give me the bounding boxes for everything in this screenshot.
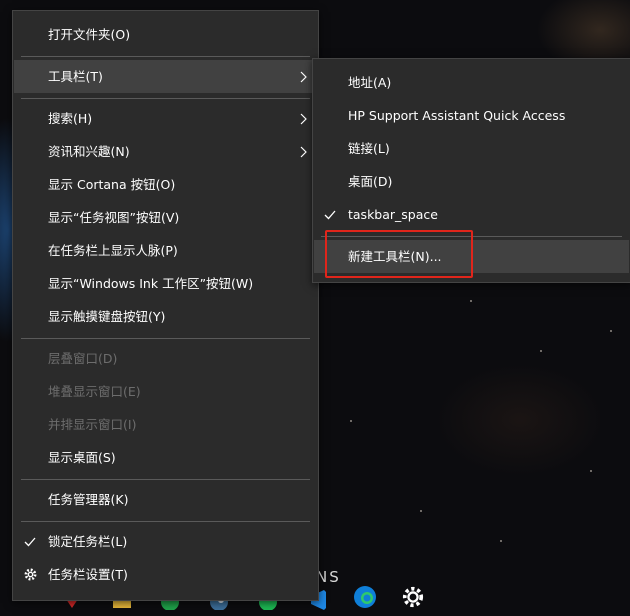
menu-item-task-manager[interactable]: 任务管理器(K): [14, 483, 317, 516]
submenu-item-taskbar-space[interactable]: taskbar_space: [314, 198, 629, 231]
menu-item-label: 任务栏设置(T): [48, 567, 128, 582]
menu-item-cascade-windows: 层叠窗口(D): [14, 342, 317, 375]
submenu-item-label: 桌面(D): [348, 174, 393, 189]
check-icon: [324, 198, 336, 231]
edge-icon[interactable]: [352, 584, 376, 608]
menu-item-label: 显示“任务视图”按钮(V): [48, 210, 180, 225]
submenu-item-label: HP Support Assistant Quick Access: [348, 108, 566, 123]
menu-item-label: 层叠窗口(D): [48, 351, 118, 366]
submenu-item-label: 地址(A): [348, 75, 392, 90]
separator: [21, 338, 310, 339]
menu-item-show-desktop[interactable]: 显示桌面(S): [14, 441, 317, 474]
settings-gear-icon[interactable]: [402, 586, 426, 610]
menu-item-label: 搜索(H): [48, 111, 93, 126]
menu-item-news-interests[interactable]: 资讯和兴趣(N): [14, 135, 317, 168]
taskbar-context-menu: 打开文件夹(O) 工具栏(T) 搜索(H) 资讯和兴趣(N) 显示 Cortan…: [12, 10, 319, 601]
menu-item-label: 并排显示窗口(I): [48, 417, 137, 432]
menu-item-label: 在任务栏上显示人脉(P): [48, 243, 178, 258]
menu-item-label: 工具栏(T): [48, 69, 103, 84]
menu-item-taskbar-settings[interactable]: 任务栏设置(T): [14, 558, 317, 591]
menu-item-label: 显示 Cortana 按钮(O): [48, 177, 176, 192]
menu-item-label: 显示触摸键盘按钮(Y): [48, 309, 166, 324]
menu-item-lock-taskbar[interactable]: 锁定任务栏(L): [14, 525, 317, 558]
menu-item-show-people[interactable]: 在任务栏上显示人脉(P): [14, 234, 317, 267]
check-icon: [24, 525, 36, 558]
separator: [21, 56, 310, 57]
chevron-right-icon: [300, 60, 307, 93]
submenu-item-desktop[interactable]: 桌面(D): [314, 165, 629, 198]
menu-item-search[interactable]: 搜索(H): [14, 102, 317, 135]
menu-item-label: 锁定任务栏(L): [48, 534, 128, 549]
menu-item-toolbars[interactable]: 工具栏(T): [14, 60, 317, 93]
submenu-item-label: taskbar_space: [348, 207, 438, 222]
menu-item-open-folder[interactable]: 打开文件夹(O): [14, 18, 317, 51]
menu-item-show-touch-keyboard[interactable]: 显示触摸键盘按钮(Y): [14, 300, 317, 333]
menu-item-label: 显示“Windows Ink 工作区”按钮(W): [48, 276, 254, 291]
submenu-item-label: 链接(L): [348, 141, 390, 156]
gear-icon: [24, 558, 37, 591]
separator: [21, 98, 310, 99]
separator: [21, 521, 310, 522]
menu-item-label: 资讯和兴趣(N): [48, 144, 130, 159]
menu-item-show-windows-ink[interactable]: 显示“Windows Ink 工作区”按钮(W): [14, 267, 317, 300]
menu-item-stack-windows: 堆叠显示窗口(E): [14, 375, 317, 408]
chevron-right-icon: [300, 135, 307, 168]
menu-item-label: 打开文件夹(O): [48, 27, 131, 42]
submenu-item-links[interactable]: 链接(L): [314, 132, 629, 165]
highlight-annotation-box: [325, 230, 473, 278]
menu-item-show-task-view[interactable]: 显示“任务视图”按钮(V): [14, 201, 317, 234]
menu-item-label: 堆叠显示窗口(E): [48, 384, 141, 399]
menu-item-label: 任务管理器(K): [48, 492, 129, 507]
submenu-item-hp-support[interactable]: HP Support Assistant Quick Access: [314, 99, 629, 132]
chevron-right-icon: [300, 102, 307, 135]
separator: [21, 479, 310, 480]
menu-item-label: 显示桌面(S): [48, 450, 116, 465]
menu-item-side-by-side: 并排显示窗口(I): [14, 408, 317, 441]
submenu-item-address[interactable]: 地址(A): [314, 66, 629, 99]
menu-item-show-cortana[interactable]: 显示 Cortana 按钮(O): [14, 168, 317, 201]
